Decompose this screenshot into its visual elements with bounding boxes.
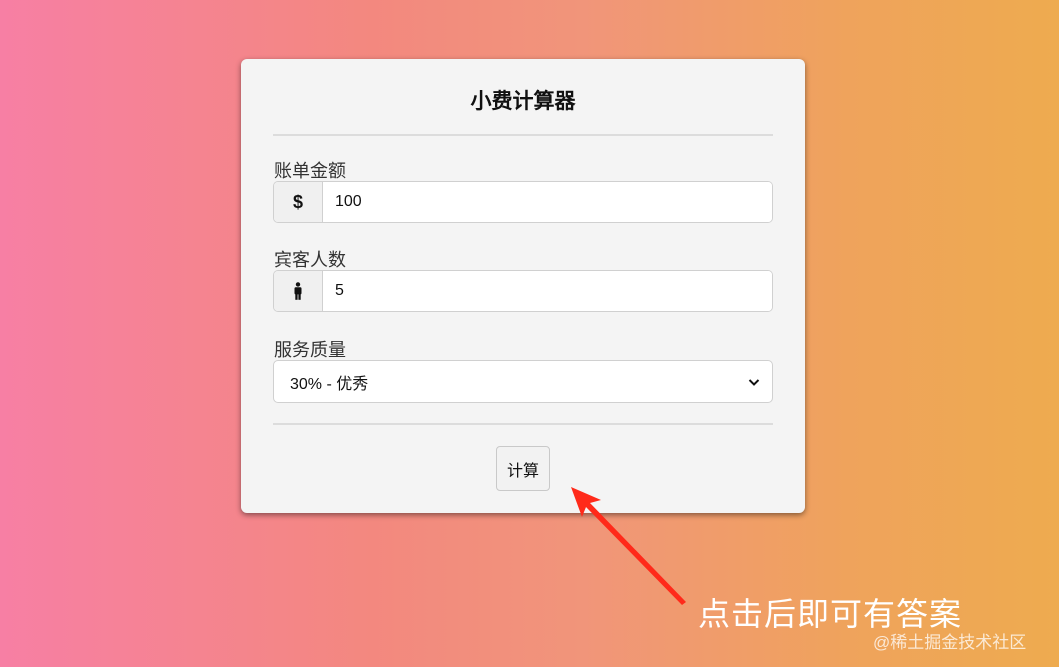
- service-quality-value: 30% - 优秀: [290, 375, 369, 393]
- bottom-divider: [273, 423, 773, 425]
- service-quality-select[interactable]: 30% - 优秀: [273, 360, 773, 403]
- service-quality-label: 服务质量: [274, 340, 346, 361]
- guest-count-group: [273, 270, 773, 312]
- dollar-icon: $: [274, 182, 323, 222]
- bill-amount-input[interactable]: [323, 182, 772, 222]
- bill-amount-label: 账单金额: [274, 161, 346, 182]
- person-icon: [274, 271, 323, 311]
- page-title: 小费计算器: [470, 88, 576, 113]
- chevron-down-icon: [748, 378, 760, 386]
- guest-count-input[interactable]: [323, 271, 772, 311]
- guest-count-label: 宾客人数: [274, 250, 346, 271]
- watermark: @稀土掘金技术社区: [873, 633, 1027, 652]
- arrow-annotation-icon: [571, 487, 686, 605]
- tip-calculator-card: 小费计算器 账单金额 $ 宾客人数 服务质量 30% - 优秀 计算: [241, 59, 805, 513]
- calculate-button[interactable]: 计算: [496, 446, 550, 491]
- bill-amount-group: $: [273, 181, 773, 223]
- top-divider: [273, 134, 773, 136]
